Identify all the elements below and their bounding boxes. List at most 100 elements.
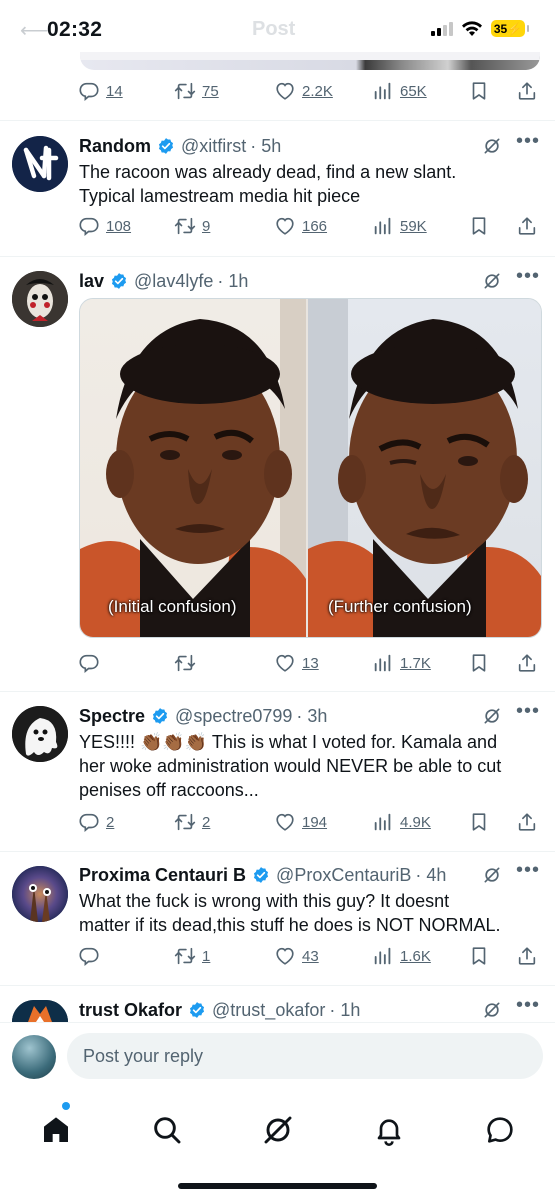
avatar[interactable]: [12, 136, 68, 192]
repost-button[interactable]: 2: [174, 811, 210, 833]
verified-badge-icon: [151, 707, 169, 725]
post-text: The racoon was already dead, find a new …: [79, 162, 457, 206]
post-text: What the fuck is wrong with this guy? It…: [79, 891, 501, 935]
meme-left-caption: (Initial confusion): [108, 597, 237, 616]
heart-icon: [274, 80, 296, 102]
more-options-icon[interactable]: •••: [516, 700, 540, 723]
views-icon: [372, 945, 394, 967]
author-name[interactable]: Spectre: [79, 706, 145, 727]
author-handle[interactable]: @lav4lyfe: [134, 271, 213, 292]
more-options-icon[interactable]: •••: [516, 130, 540, 153]
bookmark-button[interactable]: [468, 945, 490, 967]
avatar[interactable]: [12, 866, 68, 922]
puppet-avatar-icon: [12, 271, 68, 327]
divider: [0, 691, 555, 692]
reply-icon: [78, 80, 100, 102]
like-button[interactable]: 166: [274, 215, 327, 237]
home-icon[interactable]: [40, 1114, 72, 1146]
like-button[interactable]: 194: [274, 811, 327, 833]
reply-input[interactable]: Post your reply: [67, 1033, 543, 1079]
post-time: · 3h: [296, 705, 328, 726]
grok-icon[interactable]: [482, 136, 502, 156]
author-name[interactable]: lav: [79, 271, 104, 292]
post-actions: 108 9 166 59K: [78, 212, 544, 240]
space-avatar-icon: [12, 866, 68, 922]
author-handle[interactable]: @ProxCentauriB: [276, 865, 411, 886]
wifi-icon: [462, 20, 482, 36]
author-name[interactable]: Proxima Centauri B: [79, 865, 246, 886]
share-button[interactable]: [516, 811, 538, 833]
reply-button[interactable]: 108: [78, 215, 131, 237]
reply-post[interactable]: trust Okafor @trust_okafor · 1h •••: [0, 994, 555, 1022]
bookmark-button[interactable]: [468, 811, 490, 833]
views-icon: [372, 652, 394, 674]
back-arrow-icon[interactable]: ⟵: [20, 18, 49, 43]
more-options-icon[interactable]: •••: [516, 994, 540, 1017]
search-icon[interactable]: [151, 1114, 183, 1146]
share-button[interactable]: [516, 945, 538, 967]
verified-badge-icon: [110, 272, 128, 290]
more-options-icon[interactable]: •••: [516, 265, 540, 288]
avatar[interactable]: [12, 706, 68, 762]
current-user-avatar[interactable]: [12, 1035, 56, 1079]
repost-button[interactable]: 1: [174, 945, 210, 967]
author-handle[interactable]: @trust_okafor: [212, 1000, 325, 1021]
share-icon: [516, 811, 538, 833]
share-button[interactable]: [516, 652, 538, 674]
avatar[interactable]: [12, 1000, 68, 1022]
author-handle[interactable]: @xitfirst: [181, 136, 246, 157]
views-button[interactable]: 59K: [372, 215, 427, 237]
grok-icon[interactable]: [482, 271, 502, 291]
repost-icon: [174, 80, 196, 102]
like-button[interactable]: 2.2K: [274, 80, 333, 102]
avatar[interactable]: [12, 271, 68, 327]
author-name[interactable]: Random: [79, 136, 151, 157]
confused-boy-left: [80, 299, 306, 637]
notifications-icon[interactable]: [373, 1114, 405, 1146]
bookmark-button[interactable]: [468, 215, 490, 237]
views-icon: [372, 80, 394, 102]
reply-button[interactable]: [78, 945, 106, 967]
reply-composer: Post your reply: [0, 1022, 555, 1094]
more-options-icon[interactable]: •••: [516, 859, 540, 882]
grok-icon[interactable]: [482, 865, 502, 885]
post-actions: 13 1.7K: [78, 649, 544, 677]
previous-post-media[interactable]: [80, 52, 540, 70]
author-handle[interactable]: @spectre0799: [175, 706, 292, 727]
like-button[interactable]: 13: [274, 652, 319, 674]
share-button[interactable]: [516, 80, 538, 102]
post-text: YES!!!! 👏🏾👏🏾👏🏾 This is what I voted for.…: [79, 732, 502, 800]
views-icon: [372, 215, 394, 237]
signal-icon: [431, 21, 453, 36]
verified-badge-icon: [252, 866, 270, 884]
reply-button[interactable]: 2: [78, 811, 114, 833]
page-title: Post: [252, 18, 296, 40]
meme-left-panel: (Initial confusion): [80, 299, 306, 637]
reply-button[interactable]: 14: [78, 80, 123, 102]
post-time: · 4h: [415, 864, 447, 885]
author-name[interactable]: trust Okafor: [79, 1000, 182, 1021]
grok-nav-icon[interactable]: [262, 1114, 294, 1146]
repost-button[interactable]: [174, 652, 202, 674]
repost-button[interactable]: 9: [174, 215, 210, 237]
messages-icon[interactable]: [484, 1114, 516, 1146]
home-indicator: [178, 1183, 377, 1189]
grok-icon[interactable]: [482, 706, 502, 726]
views-button[interactable]: 65K: [372, 80, 427, 102]
reply-icon: [78, 945, 100, 967]
post-actions: 2 2 194 4.9K: [78, 808, 544, 836]
post-actions: 1 43 1.6K: [78, 942, 544, 970]
share-button[interactable]: [516, 215, 538, 237]
views-button[interactable]: 1.6K: [372, 945, 431, 967]
like-button[interactable]: 43: [274, 945, 319, 967]
share-icon: [516, 652, 538, 674]
grok-icon[interactable]: [482, 1000, 502, 1020]
bookmark-button[interactable]: [468, 80, 490, 102]
divider: [0, 256, 555, 257]
views-button[interactable]: 1.7K: [372, 652, 431, 674]
repost-button[interactable]: 75: [174, 80, 219, 102]
views-button[interactable]: 4.9K: [372, 811, 431, 833]
meme-image[interactable]: (Initial confusion) (Further confusion): [79, 298, 542, 638]
bookmark-button[interactable]: [468, 652, 490, 674]
reply-button[interactable]: [78, 652, 106, 674]
